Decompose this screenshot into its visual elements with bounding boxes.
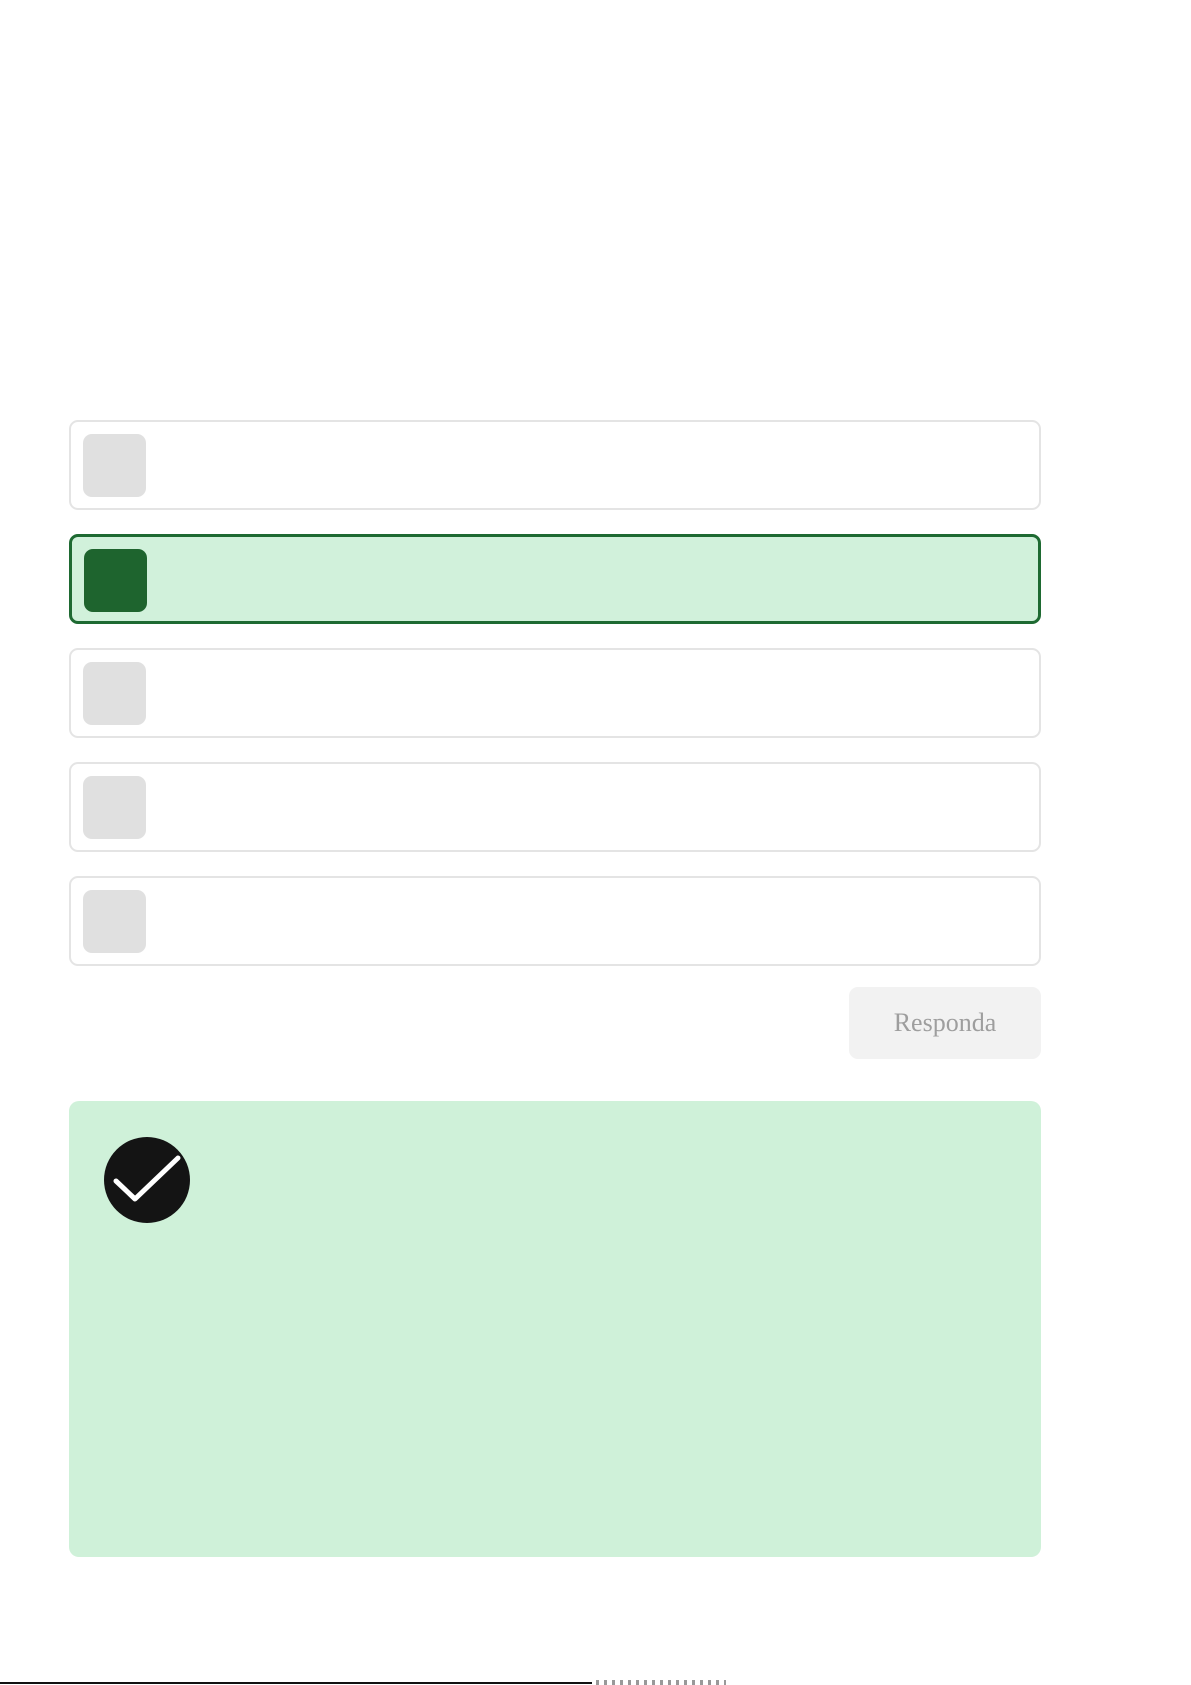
answer-options: Responda xyxy=(69,420,1041,1059)
answer-option-3[interactable] xyxy=(69,648,1041,738)
footer-divider xyxy=(0,1682,592,1684)
quiz-actions: Responda xyxy=(69,987,1041,1059)
option-checkbox[interactable] xyxy=(83,776,146,839)
option-checkbox[interactable] xyxy=(83,434,146,497)
footer-marks xyxy=(596,1680,726,1685)
answer-option-4[interactable] xyxy=(69,762,1041,852)
answer-option-5[interactable] xyxy=(69,876,1041,966)
answer-button[interactable]: Responda xyxy=(849,987,1041,1059)
option-checkbox[interactable] xyxy=(83,890,146,953)
feedback-panel xyxy=(69,1101,1041,1557)
answer-option-1[interactable] xyxy=(69,420,1041,510)
check-circle-icon xyxy=(104,1137,190,1223)
option-checkbox[interactable] xyxy=(83,662,146,725)
answer-option-2[interactable] xyxy=(69,534,1041,624)
option-checkbox-selected[interactable] xyxy=(84,549,147,612)
